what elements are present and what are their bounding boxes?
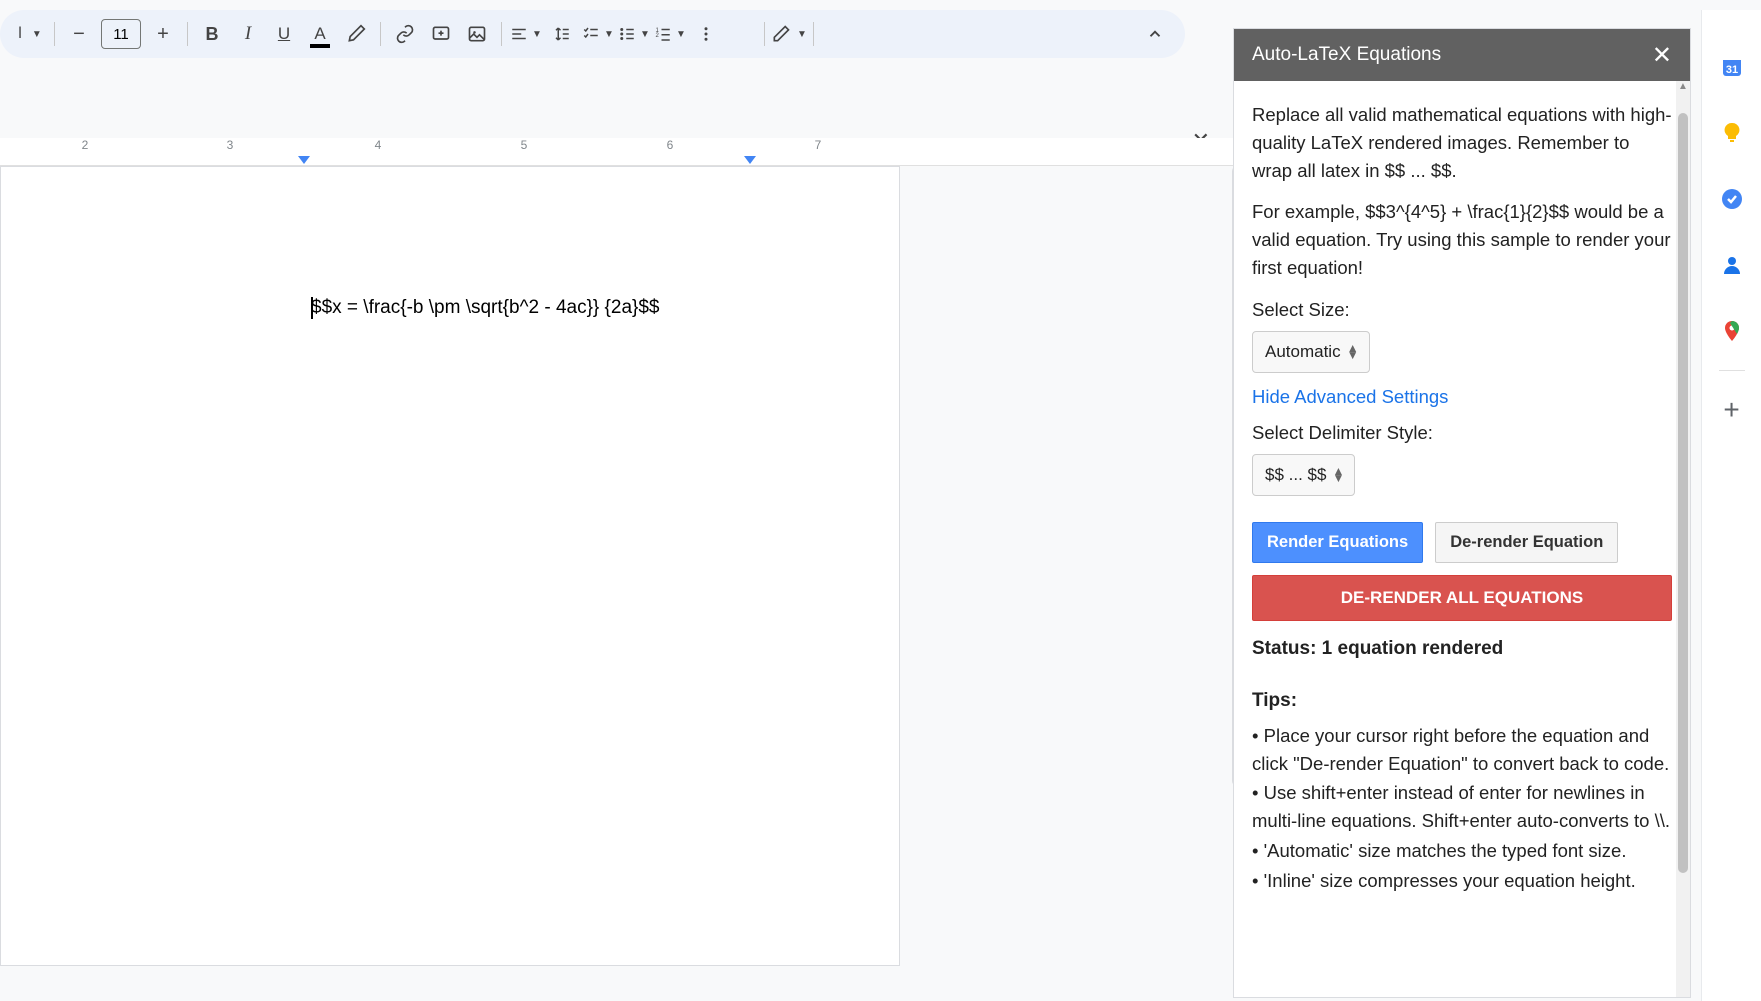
formatting-toolbar: l▼ − + B I U A ▼ ▼ ▼ 12 ▼ [0, 10, 1185, 58]
text-color-button[interactable]: A [302, 16, 338, 52]
addon-sidebar: Auto-LaTeX Equations ✕ Replace all valid… [1233, 28, 1691, 998]
insert-link-button[interactable] [387, 16, 423, 52]
left-indent-marker[interactable] [298, 156, 310, 164]
more-options-button[interactable] [688, 16, 724, 52]
right-indent-marker[interactable] [744, 156, 756, 164]
document-text[interactable]: $$x = \frac{-b \pm \sqrt{b^2 - 4ac}} {2a… [311, 297, 859, 319]
tip-item: • Place your cursor right before the equ… [1252, 722, 1672, 778]
ruler-tick: 3 [227, 138, 234, 152]
italic-button[interactable]: I [230, 16, 266, 52]
button-row: Render Equations De-render Equation [1252, 522, 1672, 563]
styles-dropdown[interactable]: l▼ [12, 16, 48, 52]
ruler-tick: 6 [667, 138, 674, 152]
add-addons-button[interactable]: + [1719, 397, 1745, 423]
underline-button[interactable]: U [266, 16, 302, 52]
tip-item: • Use shift+enter instead of enter for n… [1252, 779, 1672, 835]
svg-text:31: 31 [1725, 64, 1737, 76]
derender-all-button[interactable]: DE-RENDER ALL EQUATIONS [1252, 575, 1672, 621]
contacts-icon[interactable] [1719, 252, 1745, 278]
status-text: Status: 1 equation rendered [1252, 635, 1672, 664]
line-spacing-button[interactable] [544, 16, 580, 52]
separator [813, 22, 814, 46]
collapse-toolbar-button[interactable] [1137, 16, 1173, 52]
tip-item: • 'Inline' size compresses your equation… [1252, 867, 1672, 895]
insert-image-button[interactable] [459, 16, 495, 52]
tip-item: • 'Automatic' size matches the typed fon… [1252, 837, 1672, 865]
sidebar-scrollbar[interactable]: ▲ [1676, 81, 1690, 997]
horizontal-ruler[interactable]: 2 3 4 5 6 7 [0, 138, 1240, 166]
font-size-input[interactable] [101, 19, 141, 49]
caret-icon: ▲▼ [1347, 345, 1359, 359]
increase-font-button[interactable]: + [145, 16, 181, 52]
separator [380, 22, 381, 46]
numbered-list-button[interactable]: 12 ▼ [652, 16, 688, 52]
ruler-tick: 7 [815, 138, 822, 152]
sidebar-header: Auto-LaTeX Equations ✕ [1234, 29, 1690, 81]
render-equations-button[interactable]: Render Equations [1252, 522, 1423, 563]
rail-divider [1719, 370, 1745, 371]
scroll-up-arrow[interactable]: ▲ [1676, 81, 1690, 95]
separator [501, 22, 502, 46]
decrease-font-button[interactable]: − [61, 16, 97, 52]
derender-equation-button[interactable]: De-render Equation [1435, 522, 1618, 563]
intro-text: Replace all valid mathematical equations… [1252, 101, 1672, 184]
size-label: Select Size: [1252, 296, 1672, 324]
highlight-button[interactable] [338, 16, 374, 52]
app-rail: 31 + [1701, 10, 1761, 1001]
ruler-tick: 4 [375, 138, 382, 152]
bold-button[interactable]: B [194, 16, 230, 52]
advanced-settings-link[interactable]: Hide Advanced Settings [1252, 383, 1672, 411]
keep-icon[interactable] [1719, 120, 1745, 146]
align-button[interactable]: ▼ [508, 16, 544, 52]
maps-icon[interactable] [1719, 318, 1745, 344]
ruler-tick: 5 [521, 138, 528, 152]
sidebar-body: Replace all valid mathematical equations… [1234, 81, 1690, 997]
editing-mode-button[interactable]: ▼ [771, 16, 807, 52]
delimiter-select[interactable]: $$ ... $$ ▲▼ [1252, 454, 1355, 496]
bulleted-list-button[interactable]: ▼ [616, 16, 652, 52]
tasks-icon[interactable] [1719, 186, 1745, 212]
delimiter-label: Select Delimiter Style: [1252, 419, 1672, 447]
checklist-button[interactable]: ▼ [580, 16, 616, 52]
separator [54, 22, 55, 46]
separator [187, 22, 188, 46]
example-text: For example, $$3^{4^5} + \frac{1}{2}$$ w… [1252, 198, 1672, 281]
size-select[interactable]: Automatic ▲▼ [1252, 331, 1370, 373]
svg-text:2: 2 [656, 33, 660, 39]
sidebar-title: Auto-LaTeX Equations [1252, 44, 1441, 66]
tips-heading: Tips: [1252, 687, 1672, 716]
ruler-tick: 2 [82, 138, 89, 152]
close-sidebar-button[interactable]: ✕ [1652, 41, 1672, 70]
calendar-icon[interactable]: 31 [1719, 54, 1745, 80]
document-area: ✕ 2 3 4 5 6 7 $$x = \frac{-b \pm \sqrt{b… [0, 90, 1240, 990]
font-size-group: − + [61, 16, 181, 52]
scroll-thumb[interactable] [1678, 113, 1688, 873]
add-comment-button[interactable] [423, 16, 459, 52]
caret-icon: ▲▼ [1333, 468, 1345, 482]
separator [764, 22, 765, 46]
document-page[interactable]: $$x = \frac{-b \pm \sqrt{b^2 - 4ac}} {2a… [0, 166, 900, 966]
